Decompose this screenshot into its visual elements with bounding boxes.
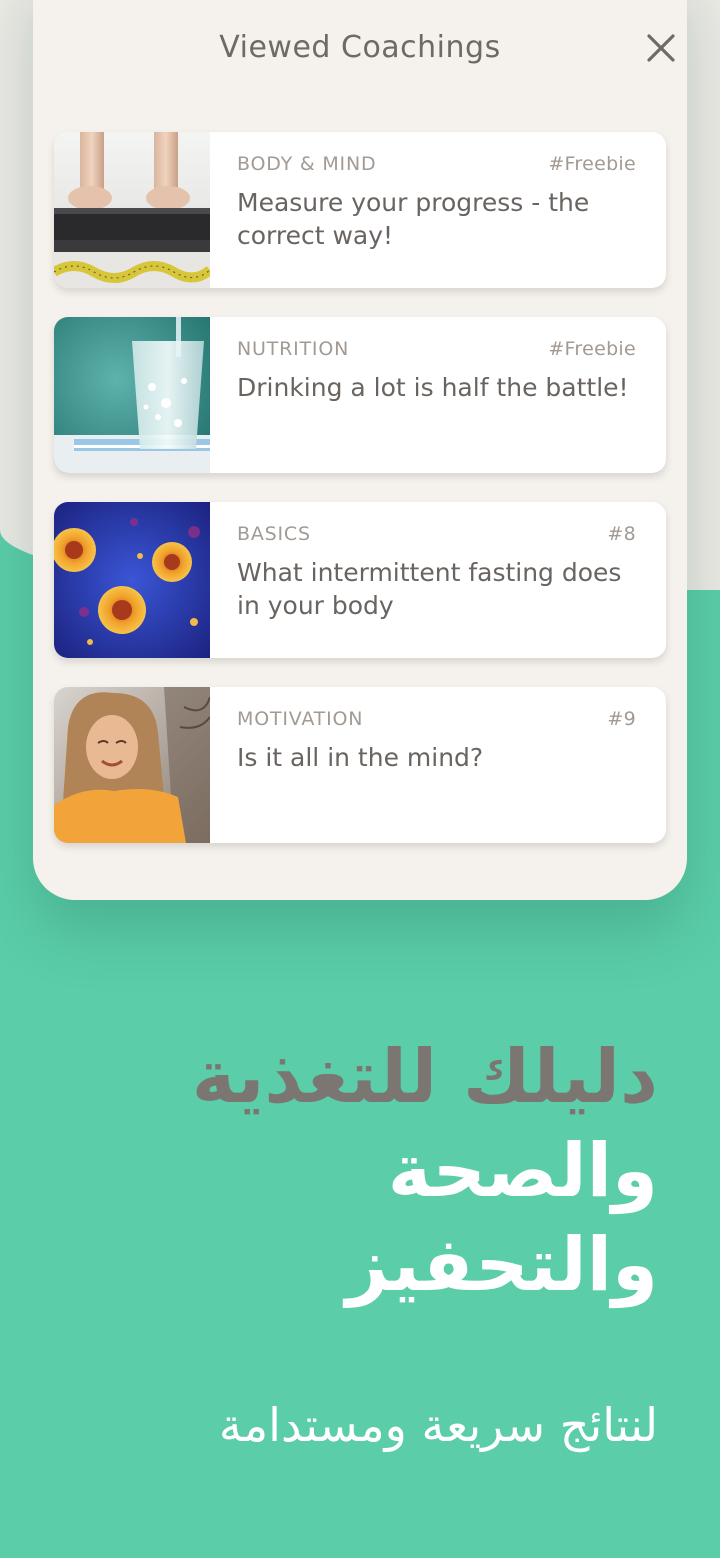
coaching-card[interactable]: NUTRITION #Freebie Drinking a lot is hal…	[54, 317, 666, 473]
scale-and-tape-measure-photo	[54, 132, 210, 288]
coaching-card[interactable]: MOTIVATION #9 Is it all in the mind?	[54, 687, 666, 843]
close-icon	[647, 34, 675, 62]
coaching-card[interactable]: BODY & MIND #Freebie Measure your progre…	[54, 132, 666, 288]
close-button[interactable]	[643, 30, 679, 66]
card-category: MOTIVATION	[237, 708, 364, 730]
cells-microscope-photo	[54, 502, 210, 658]
headline-line-1: دليلك للتغذية	[191, 1034, 658, 1120]
card-category: BODY & MIND	[237, 153, 377, 175]
panel-title: Viewed Coachings	[219, 30, 501, 65]
card-category: NUTRITION	[237, 338, 350, 360]
smiling-woman-photo	[54, 687, 210, 843]
card-title: Is it all in the mind?	[237, 743, 484, 772]
headline-line-3: والتحفيز	[345, 1222, 658, 1308]
card-tag: #Freebie	[548, 338, 636, 360]
coaching-card[interactable]: BASICS #8 What intermittent fasting does…	[54, 502, 666, 658]
card-tag: #Freebie	[548, 153, 636, 175]
card-tag: #9	[607, 708, 636, 730]
glass-of-water-photo	[54, 317, 210, 473]
viewed-coachings-panel: Viewed Coachings BODY & MIND #Freebie Me…	[33, 0, 687, 900]
card-title: What intermittent fasting does in your b…	[237, 558, 622, 620]
headline-line-2: والصحة	[387, 1128, 658, 1214]
card-title: Drinking a lot is half the battle!	[237, 373, 629, 402]
card-category: BASICS	[237, 523, 311, 545]
card-tag: #8	[607, 523, 636, 545]
promo-subheadline: لنتائج سريعة ومستدامة	[218, 1398, 658, 1452]
card-title: Measure your progress - the correct way!	[237, 188, 590, 250]
promo-headline: دليلك للتغذية والصحة والتحفيز	[38, 1030, 658, 1312]
